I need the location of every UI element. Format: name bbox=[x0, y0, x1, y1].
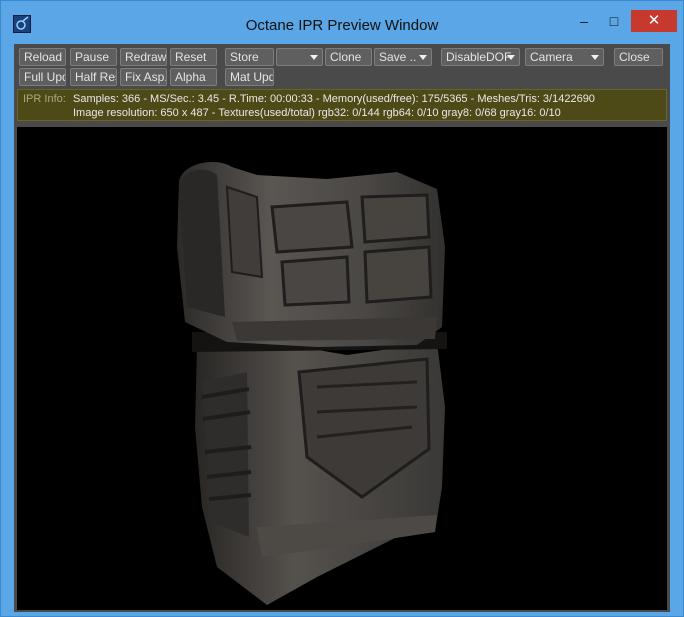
resolution-textures-line: Image resolution: 650 x 487 - Textures(u… bbox=[73, 107, 561, 119]
chevron-down-icon bbox=[419, 55, 427, 60]
redraw-button[interactable]: Redraw bbox=[120, 48, 167, 66]
chevron-down-icon bbox=[507, 55, 515, 60]
reset-button[interactable]: Reset bbox=[170, 48, 217, 66]
minimize-icon[interactable]: – bbox=[571, 11, 597, 31]
maximize-icon[interactable]: □ bbox=[601, 11, 627, 31]
save-dropdown[interactable]: Save .. bbox=[374, 48, 432, 66]
reload-button[interactable]: Reload bbox=[19, 48, 66, 66]
clone-button[interactable]: Clone bbox=[325, 48, 372, 66]
ipr-panel: Reload Pause Redraw Reset Store Clone Sa… bbox=[14, 44, 670, 612]
pause-button[interactable]: Pause bbox=[70, 48, 117, 66]
fix-aspect-button[interactable]: Fix Asp. bbox=[120, 68, 167, 86]
ipr-info-bar: IPR Info: Samples: 366 - MS/Sec.: 3.45 -… bbox=[17, 89, 667, 121]
octane-ipr-window: Octane IPR Preview Window – □ ✕ Reload P… bbox=[0, 0, 684, 617]
store-button[interactable]: Store bbox=[225, 48, 274, 66]
camera-dropdown[interactable]: Camera bbox=[525, 48, 604, 66]
full-update-button[interactable]: Full Upd. bbox=[19, 68, 66, 86]
mat-update-button[interactable]: Mat Upd bbox=[225, 68, 274, 86]
chevron-down-icon bbox=[591, 55, 599, 60]
close-button[interactable]: Close bbox=[614, 48, 663, 66]
dof-dropdown[interactable]: DisableDOF bbox=[441, 48, 520, 66]
render-viewport[interactable] bbox=[17, 127, 667, 610]
info-label: IPR Info: bbox=[23, 93, 66, 105]
half-res-button[interactable]: Half Res bbox=[70, 68, 117, 86]
title-bar[interactable]: Octane IPR Preview Window – □ ✕ bbox=[1, 1, 683, 41]
close-icon[interactable]: ✕ bbox=[631, 10, 677, 32]
rendered-armor-vest bbox=[177, 162, 447, 605]
render-stats-line: Samples: 366 - MS/Sec.: 3.45 - R.Time: 0… bbox=[73, 93, 595, 105]
save-label: Save .. bbox=[379, 50, 417, 64]
alpha-button[interactable]: Alpha bbox=[170, 68, 217, 86]
dof-label: DisableDOF bbox=[446, 50, 512, 64]
chevron-down-icon bbox=[310, 55, 318, 60]
store-slot-dropdown[interactable] bbox=[276, 48, 323, 66]
camera-label: Camera bbox=[530, 50, 573, 64]
